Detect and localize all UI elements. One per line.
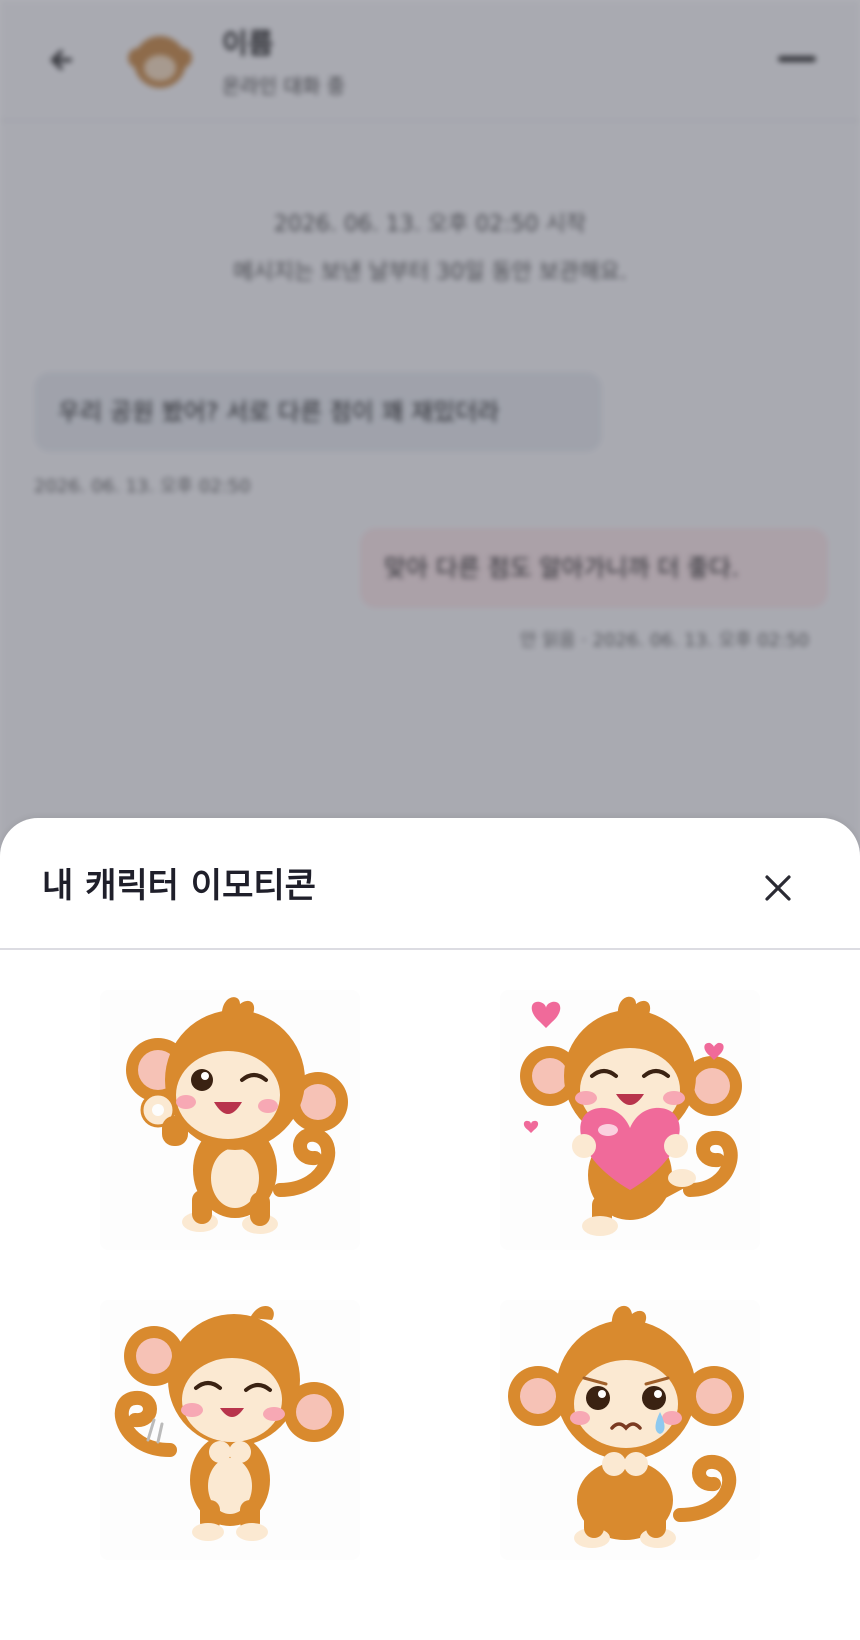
emoticon-sheet: 내 캐릭터 이모티콘 [0, 818, 860, 1640]
emoticon-heart-hug[interactable] [500, 990, 760, 1250]
emoticon-grid [0, 950, 860, 1640]
emoticon-ok-wink[interactable] [100, 990, 360, 1250]
emoticon-giggle[interactable] [100, 1300, 360, 1560]
sheet-title: 내 캐릭터 이모티콘 [42, 866, 316, 906]
monkey-heart-sticker [520, 996, 742, 1236]
monkey-sad-sticker [508, 1305, 744, 1548]
monkey-giggle-sticker [114, 1305, 344, 1541]
emoticon-sad-tear[interactable] [500, 1300, 760, 1560]
close-icon [765, 875, 791, 901]
monkey-ok-sticker [126, 997, 348, 1234]
close-button[interactable] [752, 862, 804, 914]
